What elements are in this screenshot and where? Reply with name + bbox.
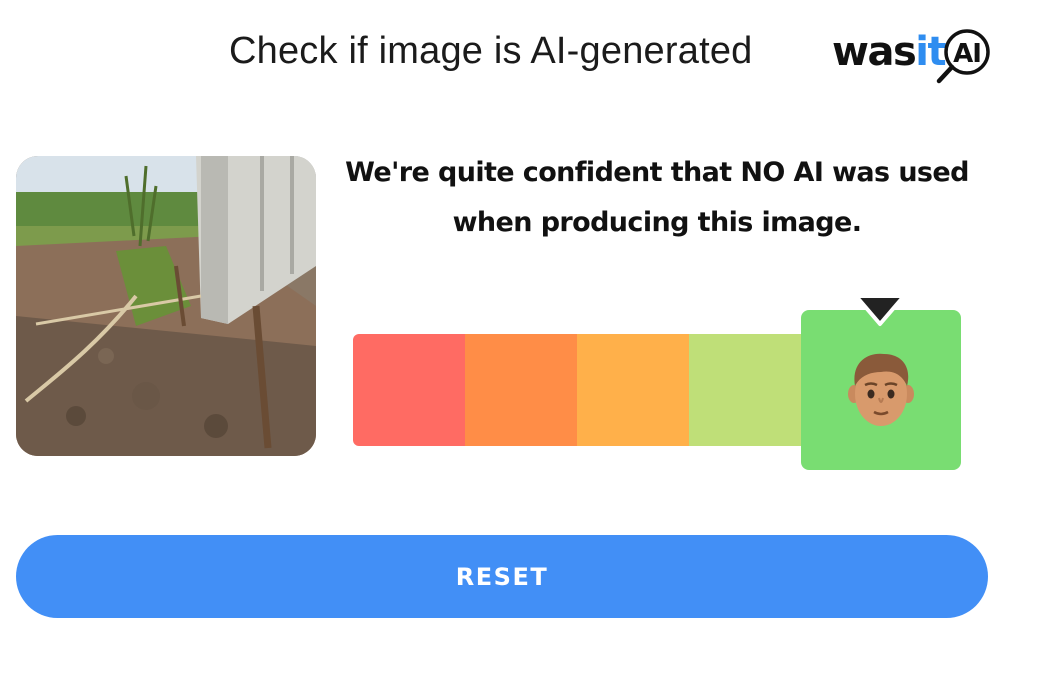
photo-illustration	[16, 156, 316, 456]
uploaded-image	[16, 156, 316, 456]
wasitai-logo[interactable]: wasit AI	[832, 24, 997, 86]
logo-wordmark: wasit	[832, 29, 947, 75]
verdict-text: We're quite confident that NO AI was use…	[345, 157, 969, 238]
meter-active-segment	[801, 310, 961, 470]
meter-segment-3	[577, 334, 689, 446]
logo-was-text: was	[832, 29, 917, 75]
meter-segment-1	[353, 334, 465, 446]
meter-segment-2	[465, 334, 577, 446]
magnifier-icon: AI	[936, 29, 990, 84]
meter-pointer-icon	[854, 294, 906, 326]
human-face-icon	[848, 353, 914, 426]
page: Check if image is AI-generated wasit AI	[0, 0, 1050, 686]
logo-ai-text: AI	[953, 39, 981, 69]
meter-segment-4	[689, 334, 801, 446]
page-title: Check if image is AI-generated	[229, 30, 753, 72]
reset-button[interactable]: RESET	[16, 535, 988, 618]
